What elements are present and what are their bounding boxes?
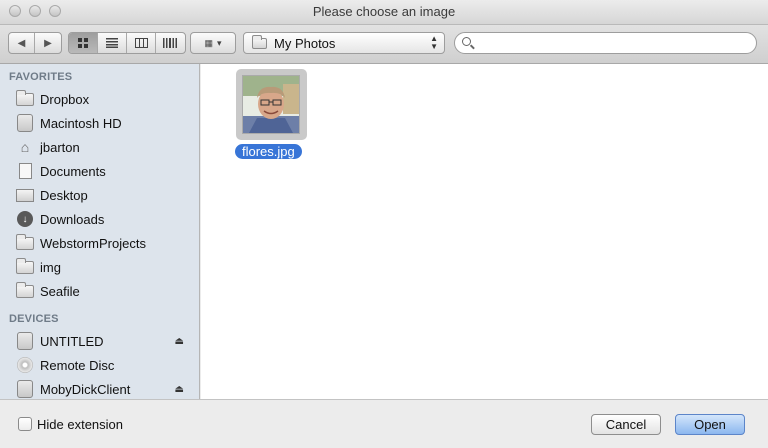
icon-view-icon: [77, 38, 88, 48]
eject-icon[interactable]: ⏏: [175, 384, 184, 395]
sidebar-item-webstormprojects[interactable]: WebstormProjects: [16, 231, 196, 255]
cd-icon: [16, 357, 34, 373]
disk-icon: [16, 380, 34, 398]
sidebar-item-label: jbarton: [40, 139, 80, 155]
toolbar: ◀ ▶ ▦ ▾ My Photos ▲ ▼: [0, 25, 768, 64]
sidebar-item-label: Remote Disc: [40, 357, 115, 373]
desktop-icon: [16, 187, 34, 203]
sidebar-item-downloads[interactable]: ↓ Downloads: [16, 207, 196, 231]
downloads-icon: ↓: [16, 211, 34, 227]
sidebar-item-label: MobyDickClient: [40, 381, 131, 397]
back-button[interactable]: ◀: [9, 33, 36, 53]
sidebar: FAVORITES Dropbox Macintosh HD ⌂ jbarton…: [0, 64, 200, 399]
arrange-menu-button[interactable]: ▦ ▾: [190, 32, 236, 54]
sidebar-item-mobydickclient[interactable]: MobyDickClient ⏏: [16, 377, 196, 399]
sidebar-item-documents[interactable]: Documents: [16, 159, 196, 183]
sidebar-item-desktop[interactable]: Desktop: [16, 183, 196, 207]
sidebar-item-label: Macintosh HD: [40, 115, 122, 131]
sidebar-item-untitled[interactable]: UNTITLED ⏏: [16, 329, 196, 353]
hide-extension-checkbox[interactable]: [18, 417, 32, 431]
icon-view-button[interactable]: [69, 33, 98, 53]
sidebar-item-img[interactable]: img: [16, 255, 196, 279]
sidebar-item-seafile[interactable]: Seafile: [16, 279, 196, 303]
open-button[interactable]: Open: [675, 414, 745, 435]
sidebar-item-label: UNTITLED: [40, 333, 104, 349]
home-icon: ⌂: [20, 139, 30, 155]
folder-icon: [250, 34, 268, 51]
title-bar: Please choose an image: [0, 0, 768, 25]
coverflow-view-button[interactable]: [156, 33, 185, 53]
photo-thumbnail: [242, 75, 300, 134]
documents-icon: [16, 163, 34, 179]
sidebar-item-dropbox[interactable]: Dropbox: [16, 87, 196, 111]
sidebar-item-label: WebstormProjects: [40, 235, 146, 251]
file-browser: flores.jpg: [201, 64, 768, 399]
location-label: My Photos: [274, 35, 336, 51]
sidebar-item-label: Seafile: [40, 283, 80, 299]
coverflow-view-icon: [163, 38, 178, 48]
file-thumbnail-selection[interactable]: [236, 69, 307, 140]
favorites-header: FAVORITES: [9, 71, 73, 83]
folder-icon: [16, 89, 34, 107]
sidebar-item-label: Dropbox: [40, 91, 90, 107]
chevron-down-icon: ▾: [216, 37, 222, 48]
view-mode-switcher: [68, 32, 186, 54]
dialog-footer: Hide extension Cancel Open: [0, 399, 768, 448]
updown-arrows-icon: ▲ ▼: [430, 34, 438, 51]
disk-icon: [16, 332, 34, 350]
folder-icon: [16, 281, 34, 299]
list-view-button[interactable]: [98, 33, 127, 53]
forward-arrow-icon: ▶: [44, 37, 52, 49]
sidebar-item-macintosh-hd[interactable]: Macintosh HD: [16, 111, 196, 135]
devices-header: DEVICES: [9, 313, 59, 325]
sidebar-item-remote-disc[interactable]: Remote Disc: [16, 353, 196, 377]
back-arrow-icon: ◀: [17, 37, 26, 49]
file-name-label: flores.jpg: [235, 144, 302, 159]
search-field[interactable]: [454, 32, 757, 54]
folder-icon: [16, 233, 34, 251]
sidebar-item-jbarton[interactable]: ⌂ jbarton: [16, 135, 196, 159]
file-open-dialog: Please choose an image ◀ ▶ ▦ ▾ My Photos…: [0, 0, 768, 448]
search-icon: [462, 37, 471, 46]
navigation-buttons: ◀ ▶: [8, 32, 62, 54]
arrange-grid-icon: ▦: [204, 37, 213, 48]
hide-extension-label[interactable]: Hide extension: [37, 417, 123, 432]
forward-button[interactable]: ▶: [35, 33, 61, 53]
cancel-button[interactable]: Cancel: [591, 414, 661, 435]
column-view-icon: [134, 38, 148, 48]
sidebar-item-label: Documents: [40, 163, 106, 179]
sidebar-item-label: Downloads: [40, 211, 105, 227]
sidebar-item-label: Desktop: [40, 187, 88, 203]
location-popup[interactable]: My Photos ▲ ▼: [243, 32, 445, 54]
eject-icon[interactable]: ⏏: [175, 336, 184, 347]
column-view-button[interactable]: [127, 33, 156, 53]
sidebar-item-label: img: [40, 259, 61, 275]
list-view-icon: [106, 38, 118, 48]
folder-icon: [16, 257, 34, 275]
hard-disk-icon: [16, 114, 34, 132]
window-title: Please choose an image: [312, 4, 456, 19]
